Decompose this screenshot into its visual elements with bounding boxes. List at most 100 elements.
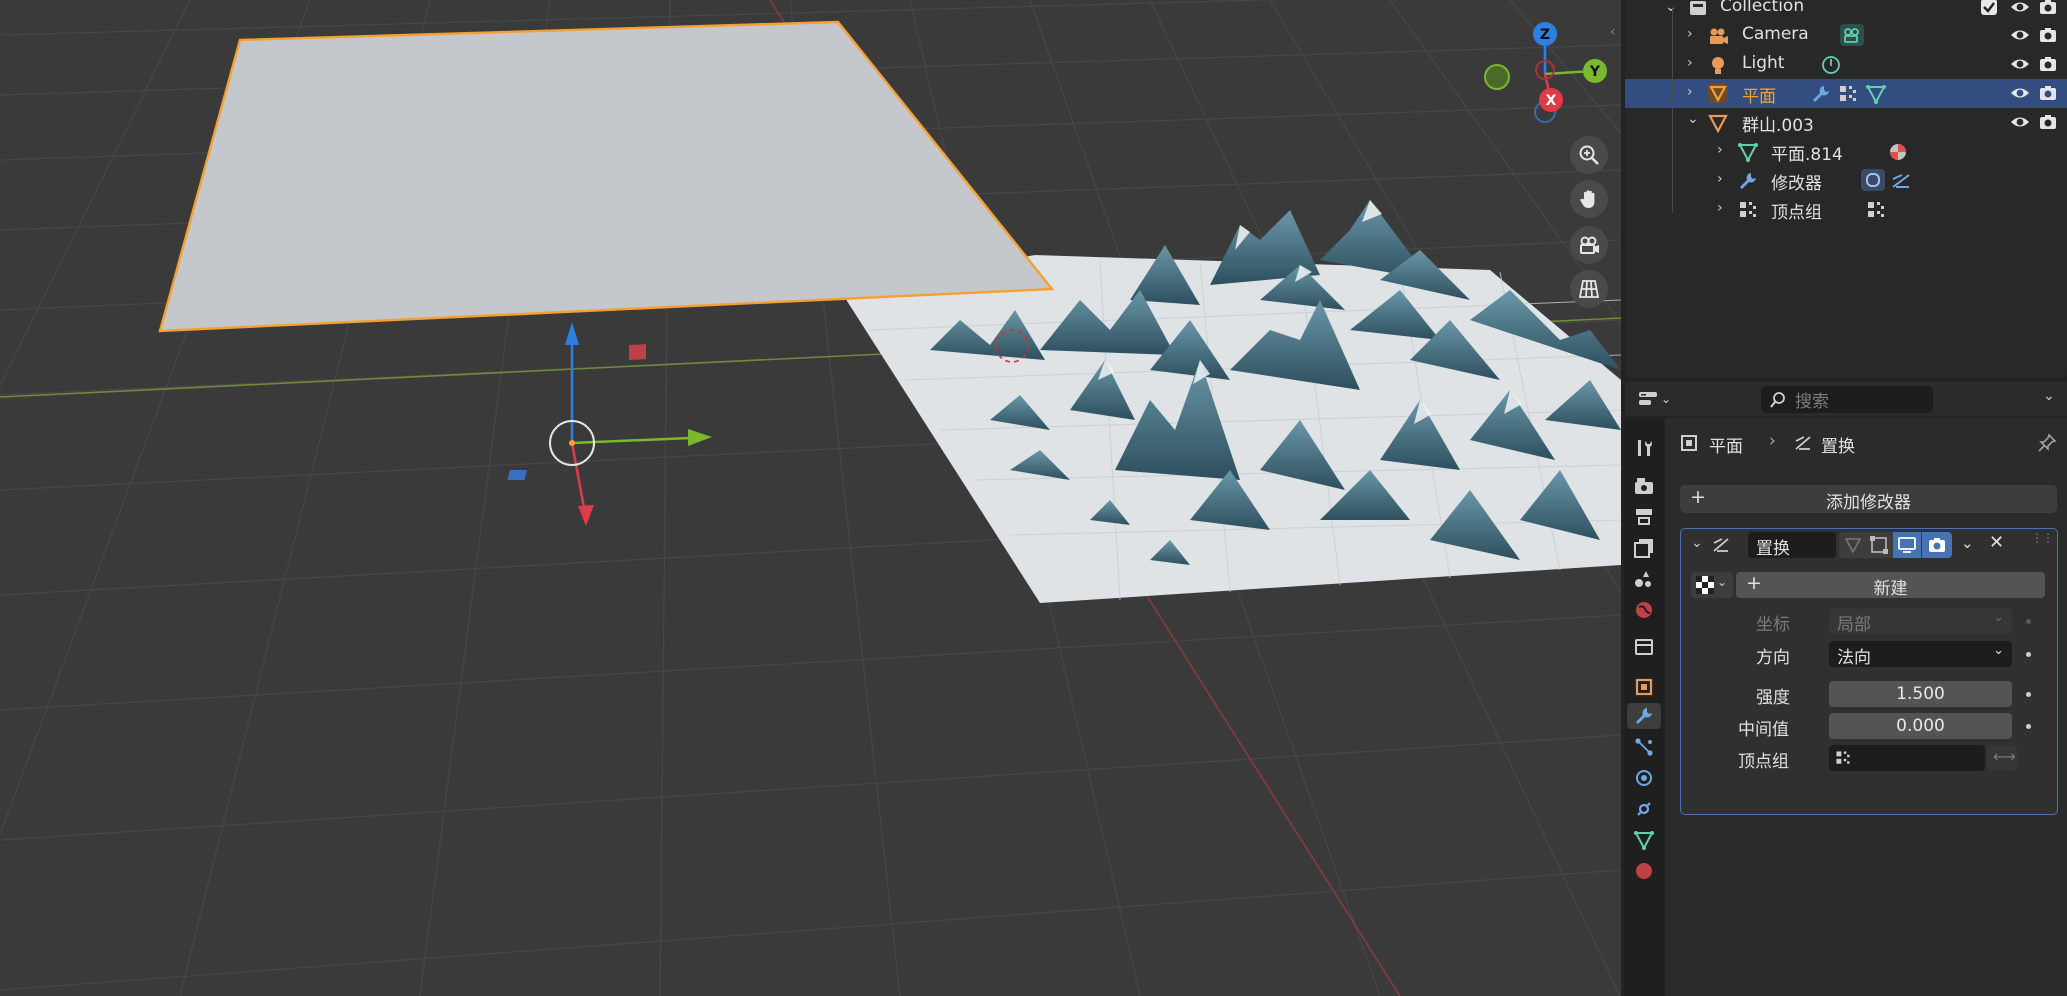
vertex-groups-icon[interactable]: [1865, 199, 1887, 221]
viewport-scene[interactable]: [0, 0, 1621, 996]
eye-icon[interactable]: [2010, 83, 2030, 103]
chevron-right-icon[interactable]: ›: [1717, 201, 1731, 215]
chevron-down-icon: ⌄: [1993, 643, 2004, 658]
direction-dropdown[interactable]: 法向 ⌄: [1829, 641, 2012, 668]
chevron-down-icon[interactable]: ⌄: [1687, 112, 1701, 126]
outliner-row-camera[interactable]: › Camera: [1625, 21, 2067, 50]
invert-vgroup-button[interactable]: ⟷: [1987, 745, 2017, 771]
chevron-down-icon[interactable]: ⌄: [2043, 388, 2055, 404]
realtime-toggle[interactable]: [1893, 532, 1921, 558]
tab-constraints[interactable]: [1631, 796, 1657, 822]
tab-tool[interactable]: [1631, 435, 1657, 461]
close-icon[interactable]: ✕: [1989, 532, 2004, 553]
chevron-right-icon[interactable]: ›: [1687, 56, 1701, 70]
new-texture-button[interactable]: + 新建: [1736, 572, 2045, 599]
render-camera-icon[interactable]: [2038, 0, 2058, 17]
tab-physics[interactable]: [1631, 765, 1657, 791]
perspective-toggle-button[interactable]: [1570, 270, 1608, 308]
chevron-right-icon[interactable]: ›: [1687, 27, 1701, 41]
render-camera-icon[interactable]: [2038, 83, 2058, 103]
render-camera-icon[interactable]: [2038, 54, 2058, 74]
drag-handle-icon[interactable]: ⋮⋮: [2031, 531, 2054, 545]
keyframe-dot[interactable]: [2026, 724, 2031, 729]
3d-viewport[interactable]: Z Y X ‹: [0, 0, 1621, 996]
eye-icon[interactable]: [2010, 25, 2030, 45]
collapse-arrow-icon[interactable]: ‹: [1610, 24, 1616, 40]
tab-view-layer[interactable]: [1631, 535, 1657, 561]
vertex-groups-icon[interactable]: [1837, 83, 1859, 105]
tab-scene[interactable]: [1631, 566, 1657, 592]
outliner-row-plane[interactable]: › 平面: [1625, 79, 2067, 108]
search-placeholder: 搜索: [1795, 392, 1829, 412]
checkbox-icon[interactable]: [1980, 0, 1998, 16]
outliner-row-collection[interactable]: ⌄ Collection: [1625, 0, 2067, 22]
displace-modifier-panel: ⌄ 置换 ⌄ ✕ ⋮⋮ ⌄ + 新建 坐标 局部 ⌄ 方向 法向 ⌄ 强度 1.…: [1680, 528, 2058, 815]
tab-modifiers[interactable]: [1627, 703, 1661, 729]
camera-view-button[interactable]: [1570, 226, 1608, 264]
navigation-gizmo[interactable]: Z Y X: [1475, 18, 1615, 128]
tab-output[interactable]: [1631, 504, 1657, 530]
material-icon[interactable]: [1887, 141, 1909, 163]
editor-type-dropdown[interactable]: ⌄: [1637, 386, 1681, 412]
chevron-right-icon[interactable]: ›: [1717, 143, 1731, 157]
vertex-group-field[interactable]: [1829, 745, 1985, 771]
camera-data-icon[interactable]: [1839, 23, 1865, 47]
tab-data[interactable]: [1631, 827, 1657, 853]
coords-dropdown[interactable]: 局部 ⌄: [1829, 608, 2012, 635]
strength-field[interactable]: 1.500: [1829, 681, 2012, 707]
keyframe-dot[interactable]: [2026, 619, 2031, 624]
keyframe-dot[interactable]: [2026, 692, 2031, 697]
modifier-menu-chevron-icon[interactable]: ⌄: [1961, 534, 1974, 552]
eye-icon[interactable]: [2010, 112, 2030, 132]
mesh-data-icon[interactable]: [1865, 83, 1887, 105]
render-camera-icon: [1929, 538, 1945, 552]
texture-browse-button[interactable]: ⌄: [1691, 572, 1733, 598]
strength-value: 1.500: [1896, 684, 1945, 704]
breadcrumb-separator-icon: ›: [1769, 431, 1776, 451]
search-field[interactable]: 搜索: [1761, 386, 1933, 413]
eye-icon[interactable]: [2010, 54, 2030, 74]
subdivision-modifier-icon[interactable]: [1860, 168, 1886, 192]
outliner-row-mesh-data[interactable]: › 平面.814: [1625, 137, 2067, 166]
tab-material[interactable]: [1631, 858, 1657, 884]
zoom-icon: [1579, 145, 1599, 165]
collapse-chevron-icon[interactable]: ⌄: [1691, 535, 1703, 551]
eye-icon[interactable]: [2010, 0, 2030, 17]
tab-collection[interactable]: [1631, 634, 1657, 660]
chevron-down-icon: ⌄: [1661, 392, 1672, 406]
midlevel-field[interactable]: 0.000: [1829, 713, 2012, 739]
outliner[interactable]: ⌄ Collection › Camera › Light › 平面 ⌄ 群山.…: [1625, 0, 2067, 378]
wrench-icon[interactable]: [1810, 83, 1832, 105]
chevron-right-icon[interactable]: ›: [1687, 85, 1701, 99]
render-camera-icon[interactable]: [2038, 112, 2058, 132]
light-data-icon[interactable]: [1820, 54, 1842, 76]
pan-button[interactable]: [1570, 180, 1608, 218]
tab-particles[interactable]: [1631, 734, 1657, 760]
wrench-icon: [1740, 173, 1756, 189]
render-toggle[interactable]: [1922, 532, 1952, 558]
outliner-row-modifiers[interactable]: › 修改器: [1625, 166, 2067, 195]
camera-icon: [1580, 236, 1599, 254]
wrench-icon: [1636, 708, 1652, 724]
world-icon: [1636, 602, 1652, 618]
displace-modifier-icon[interactable]: [1890, 170, 1912, 192]
render-camera-icon[interactable]: [2038, 25, 2058, 45]
chevron-right-icon[interactable]: ›: [1717, 172, 1731, 186]
edit-mode-icon[interactable]: [1869, 535, 1889, 555]
tab-object[interactable]: [1631, 674, 1657, 700]
keyframe-dot[interactable]: [2026, 652, 2031, 657]
view-layer-icon: [1634, 539, 1653, 558]
collection-icon: [1690, 1, 1706, 15]
add-modifier-button[interactable]: + 添加修改器: [1680, 485, 2057, 513]
outliner-row-mountains[interactable]: ⌄ 群山.003: [1625, 108, 2067, 137]
zoom-button[interactable]: [1570, 136, 1608, 174]
edit-mode-cage-icon[interactable]: [1843, 535, 1863, 555]
tab-render[interactable]: [1631, 473, 1657, 499]
pin-icon[interactable]: [2037, 433, 2057, 453]
tab-world[interactable]: [1631, 597, 1657, 623]
modifier-name-field[interactable]: 置换: [1748, 532, 1836, 559]
outliner-row-vertex-groups[interactable]: › 顶点组: [1625, 195, 2067, 224]
outliner-row-light[interactable]: › Light: [1625, 50, 2067, 79]
mesh-object-icon: [1708, 114, 1728, 134]
midlevel-value: 0.000: [1896, 716, 1945, 736]
